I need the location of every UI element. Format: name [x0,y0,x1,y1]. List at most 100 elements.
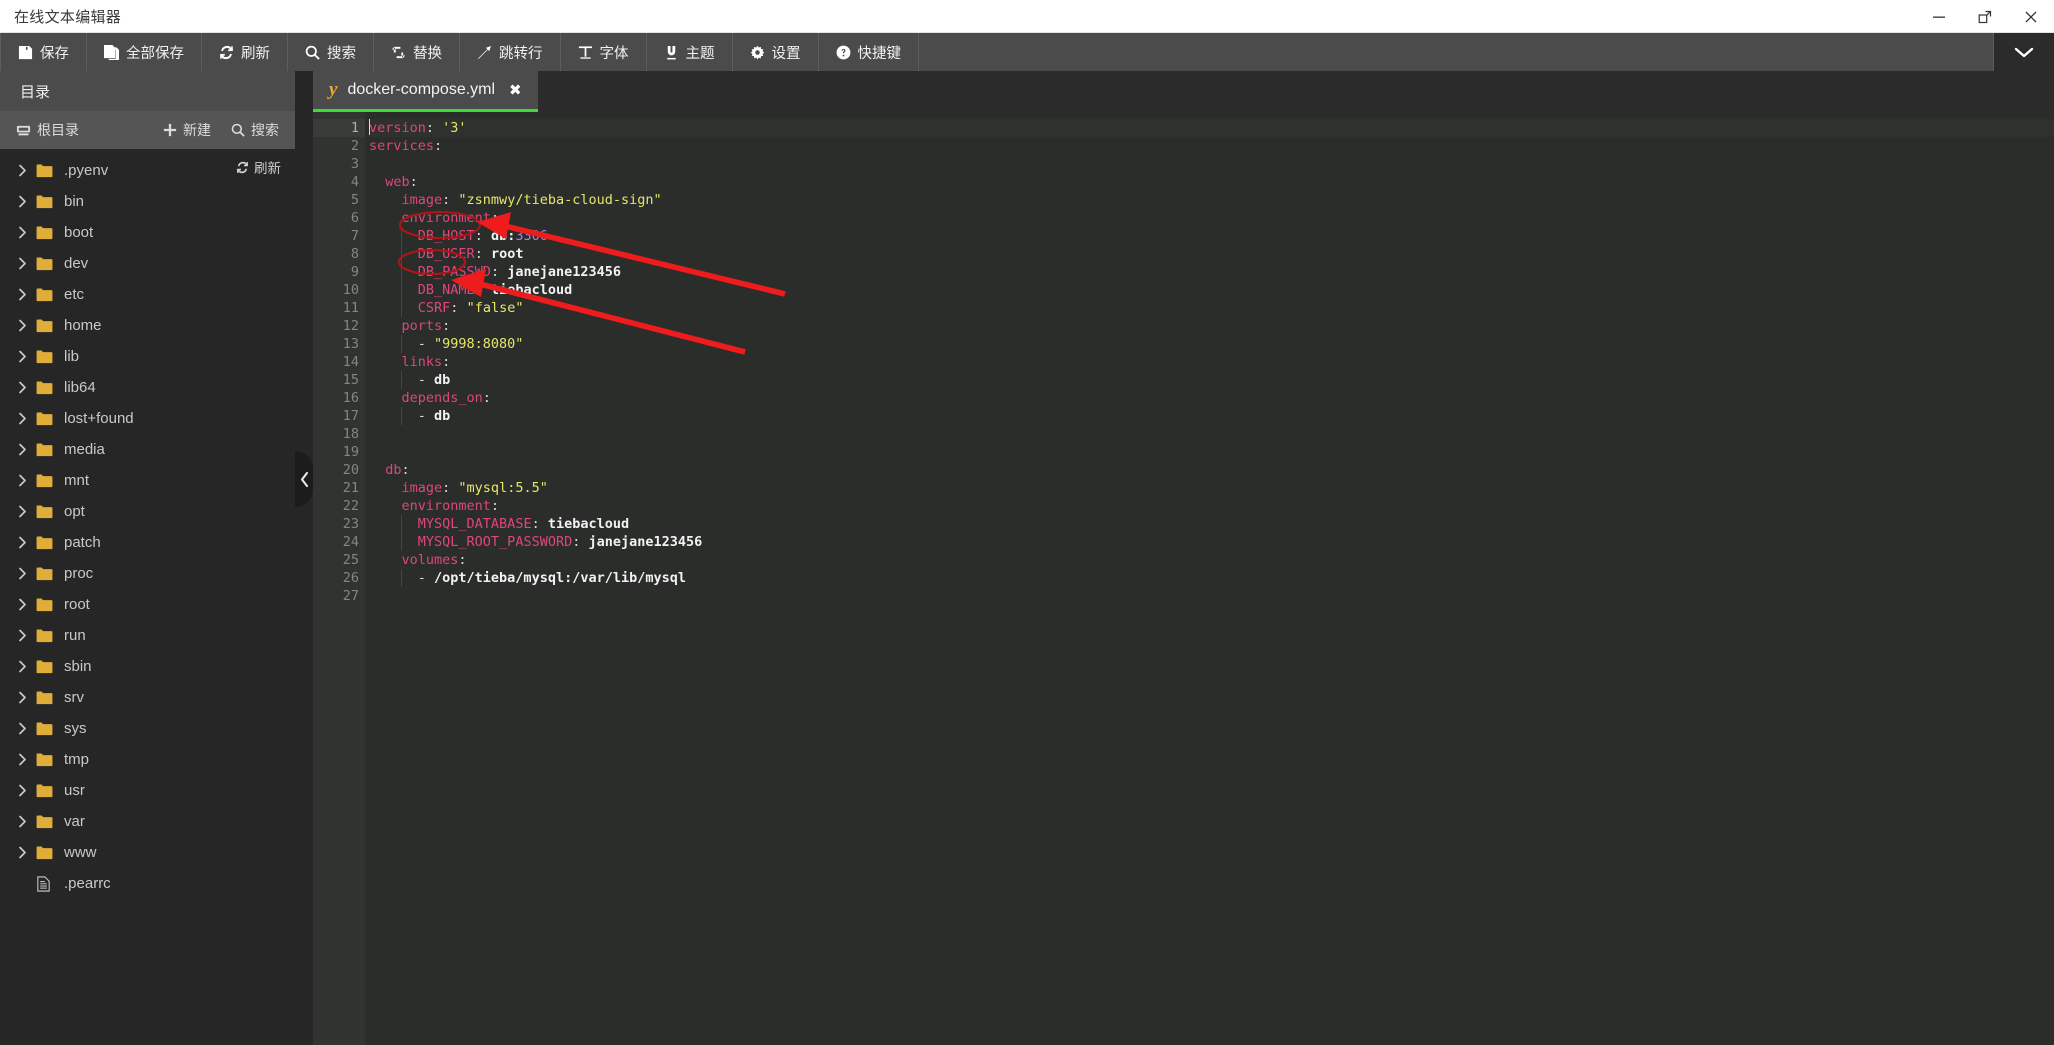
tree-folder-row[interactable]: proc [0,558,295,589]
tree-folder-row[interactable]: sys [0,713,295,744]
line-number: 24 [342,534,359,550]
sidebar-title: 目录 [0,71,295,111]
minimize-button[interactable] [1916,0,1962,33]
code-line: DB_HOST: db:3306 [369,227,2054,245]
toolbar-label: 替换 [413,45,442,62]
tree-folder-row[interactable]: opt [0,496,295,527]
chevron-right-icon[interactable] [18,288,36,301]
tree-file-row[interactable]: .pearrc [0,868,295,899]
folder-icon [36,226,62,240]
toolbar-button-font[interactable]: 字体 [561,33,647,71]
text-caret [369,119,370,135]
file-icon [36,875,62,892]
close-button[interactable] [2008,0,2054,33]
toolbar-button-refresh[interactable]: 刷新 [202,33,288,71]
code-token: version [369,120,426,136]
line-number: 23 [342,516,359,532]
toolbar-overflow-button[interactable] [1994,33,2054,71]
tree-folder-row[interactable]: root [0,589,295,620]
chevron-right-icon[interactable] [18,319,36,332]
code-text-area[interactable]: version: '3' services: web: image: "zsnmw… [365,112,2054,1045]
line-number: 3 [350,156,359,172]
chevron-right-icon[interactable] [18,660,36,673]
tree-folder-row[interactable]: lib64 [0,372,295,403]
sidebar-new-button[interactable]: 新建 [153,120,221,140]
chevron-right-icon[interactable] [18,257,36,270]
code-token: db [434,372,451,388]
toolbar-button-search[interactable]: 搜索 [288,33,374,71]
tree-folder-row[interactable]: www [0,837,295,868]
toolbar-button-shortcuts[interactable]: 快捷键 [819,33,919,71]
toolbar-button-theme[interactable]: 主题 [647,33,733,71]
chevron-right-icon[interactable] [18,691,36,704]
line-number: 17 [342,408,359,424]
chevron-right-icon[interactable] [18,443,36,456]
sidebar-toolbar: 根目录 新建 搜索 [0,111,295,149]
chevron-right-icon[interactable] [18,505,36,518]
tree-folder-row[interactable]: media [0,434,295,465]
tree-folder-row[interactable]: sbin [0,651,295,682]
sidebar-root-dir-button[interactable]: 根目录 [0,120,89,140]
chevron-right-icon[interactable] [18,784,36,797]
chevron-right-icon[interactable] [18,815,36,828]
chevron-right-icon[interactable] [18,536,36,549]
chevron-right-icon[interactable] [18,598,36,611]
chevron-right-icon[interactable] [18,412,36,425]
tree-folder-row[interactable]: usr [0,775,295,806]
line-number: 26 [342,570,359,586]
tree-folder-row[interactable]: lost+found [0,403,295,434]
toolbar-button-save-all[interactable]: 全部保存 [87,33,202,71]
tree-folder-row[interactable]: bin [0,186,295,217]
line-number: 2 [350,138,359,154]
chevron-right-icon[interactable] [18,629,36,642]
line-number: 18 [342,426,359,442]
chevron-right-icon[interactable] [18,474,36,487]
sidebar-collapse-button[interactable] [295,451,313,507]
code-token: environment [401,498,491,514]
tree-folder-row[interactable]: boot [0,217,295,248]
tree-folder-row[interactable]: .pyenv [0,155,295,186]
folder-icon [36,164,62,178]
code-line: MYSQL_DATABASE: tiebacloud [369,515,2054,533]
tab-docker-compose-yml[interactable]: y docker-compose.yml ✖ [313,71,538,112]
tree-folder-row[interactable]: tmp [0,744,295,775]
toolbar-button-settings[interactable]: 设置 [733,33,819,71]
settings-icon [750,45,765,60]
line-number: 4▾ [313,173,374,191]
line-number: 8 [350,246,359,262]
tree-item-label: run [64,627,86,644]
tree-folder-row[interactable]: run [0,620,295,651]
tree-item-label: bin [64,193,85,210]
chevron-right-icon[interactable] [18,381,36,394]
chevron-right-icon[interactable] [18,753,36,766]
chevron-right-icon[interactable] [18,567,36,580]
tree-folder-row[interactable]: lib [0,341,295,372]
sidebar-search-button[interactable]: 搜索 [221,120,295,140]
tree-item-label: root [64,596,90,613]
chevron-right-icon[interactable] [18,164,36,177]
chevron-right-icon[interactable] [18,722,36,735]
tree-folder-row[interactable]: etc [0,279,295,310]
toolbar-button-goto-line[interactable]: 跳转行 [460,33,561,71]
tree-folder-row[interactable]: patch [0,527,295,558]
maximize-button[interactable] [1962,0,2008,33]
line-number-gutter: 1234▾56▾789101112▾1314▾1516▾17181920▾212… [313,112,374,1045]
main-body: 目录 根目录 新建 搜索 刷新 .pyenv bin boot dev etc … [0,71,2054,1045]
tree-folder-row[interactable]: home [0,310,295,341]
toolbar-button-save[interactable]: 保存 [0,33,87,71]
code-token: : [442,192,459,208]
toolbar-button-replace[interactable]: 替换 [374,33,460,71]
tree-folder-row[interactable]: mnt [0,465,295,496]
chevron-right-icon[interactable] [18,226,36,239]
tree-folder-row[interactable]: srv [0,682,295,713]
tree-folder-row[interactable]: var [0,806,295,837]
chevron-right-icon[interactable] [18,350,36,363]
tab-close-button[interactable]: ✖ [509,81,522,99]
chevron-right-icon[interactable] [18,195,36,208]
tree-folder-row[interactable]: dev [0,248,295,279]
chevron-right-icon[interactable] [18,846,36,859]
